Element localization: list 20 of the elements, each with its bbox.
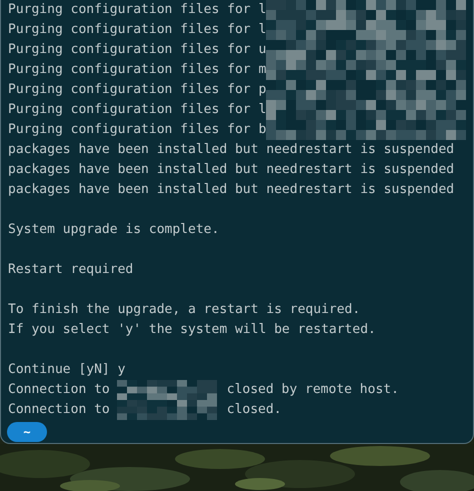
terminal-line: packages have been installed but needrestart is suspended	[8, 141, 454, 159]
terminal-line: closed by remote host.	[226, 381, 399, 399]
terminal-line: Purging configuration files for l	[8, 1, 266, 19]
prompt-badge: ~	[7, 422, 47, 442]
terminal-line: Continue [yN] y	[8, 361, 126, 379]
terminal-line: Connection to	[8, 381, 110, 399]
terminal-line: Purging configuration files for m	[8, 61, 266, 79]
terminal-line: System upgrade is complete.	[8, 221, 220, 239]
terminal-line: Restart required	[8, 261, 134, 279]
terminal-line: packages have been installed but needrestart is suspended	[8, 161, 454, 179]
terminal-line: Purging configuration files for u	[8, 41, 266, 59]
terminal-line: packages have been installed but needrestart is suspended	[8, 181, 454, 199]
terminal-line: closed.	[226, 401, 282, 419]
terminal-line: Purging configuration files for l	[8, 101, 266, 119]
terminal-line: Purging configuration files for b	[8, 121, 266, 139]
terminal-line: To finish the upgrade, a restart is required.	[8, 301, 360, 319]
terminal-line: Connection to	[8, 401, 110, 419]
terminal-line: Purging configuration files for p	[8, 81, 266, 99]
terminal-line: If you select 'y' the system will be restarted.	[8, 321, 376, 339]
terminal-line: Purging configuration files for l	[8, 21, 266, 39]
